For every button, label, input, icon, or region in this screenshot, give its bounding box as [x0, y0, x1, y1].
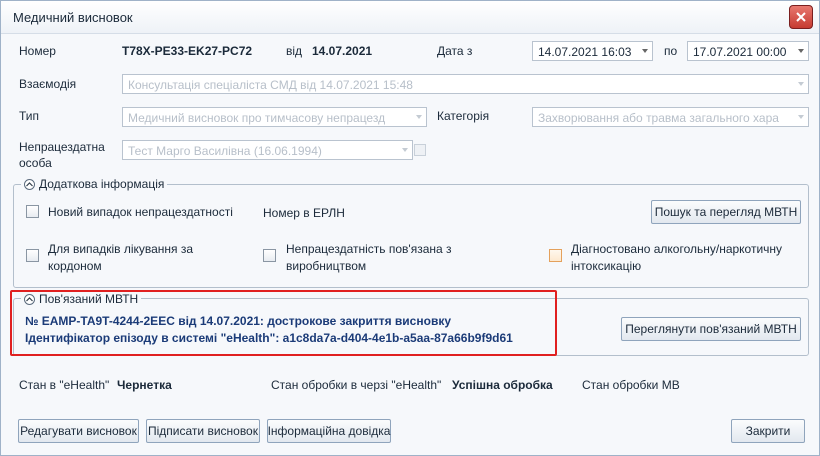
category-select[interactable]: Захворювання або травма загального хара	[532, 107, 809, 127]
edit-conclusion-button[interactable]: Редагувати висновок	[18, 419, 139, 443]
interaction-select[interactable]: Консультація спеціаліста СМД від 14.07.2…	[122, 74, 809, 94]
highlight-frame	[10, 290, 557, 356]
chevron-down-icon	[798, 115, 804, 119]
close-button[interactable]: Закрити	[731, 419, 805, 443]
dialog-window: Медичний висновок Номер T78X-PE33-EK27-P…	[0, 0, 820, 456]
number-value: T78X-PE33-EK27-PC72	[122, 44, 253, 58]
additional-info-header[interactable]: Додаткова інформація	[21, 177, 168, 191]
type-label: Тип	[19, 109, 40, 123]
person-label-line1: Непрацездатна	[19, 140, 105, 154]
erln-label: Номер в ЕРЛН	[263, 206, 345, 220]
queue-status-label: Стан обробки в черзі "eHealth"	[271, 378, 442, 392]
chevron-down-icon	[798, 49, 804, 53]
category-label: Категорія	[437, 109, 490, 123]
interaction-value: Консультація спеціаліста СМД від 14.07.2…	[128, 78, 413, 92]
date-to-label: по	[664, 44, 678, 58]
window-title: Медичний висновок	[13, 10, 133, 25]
new-case-checkbox[interactable]	[26, 205, 39, 218]
person-select[interactable]: Тест Марго Василівна (16.06.1994)	[122, 140, 413, 160]
sign-conclusion-button[interactable]: Підписати висновок	[146, 419, 260, 443]
number-label: Номер	[19, 44, 56, 58]
chevron-up-icon[interactable]	[24, 178, 35, 190]
title-bar: Медичний висновок	[1, 1, 819, 34]
ehealth-status-value: Чернетка	[117, 378, 172, 392]
type-value: Медичний висновок про тимчасову непрацез…	[128, 111, 386, 125]
person-lookup-button[interactable]	[414, 144, 426, 156]
ehealth-status-label: Стан в "eHealth"	[19, 378, 110, 392]
queue-status-value: Успішна обробка	[452, 378, 553, 392]
date-from-value: 14.07.2021 16:03	[538, 45, 632, 59]
mv-status-label: Стан обробки МВ	[582, 378, 680, 392]
close-icon	[796, 12, 806, 22]
person-value: Тест Марго Василівна (16.06.1994)	[128, 144, 322, 158]
chevron-down-icon	[642, 49, 648, 53]
alcohol-label-line1: Діагностовано алкогольну/наркотичну	[571, 242, 783, 256]
chevron-down-icon	[798, 82, 804, 86]
search-mvtn-button[interactable]: Пошук та перегляд МВТН	[651, 200, 801, 224]
additional-info-title: Додаткова інформація	[39, 177, 165, 191]
production-label-line2: виробництвом	[286, 259, 367, 273]
alcohol-label-line2: інтоксикацію	[571, 259, 642, 273]
type-select[interactable]: Медичний висновок про тимчасову непрацез…	[122, 107, 427, 127]
abroad-checkbox[interactable]	[26, 249, 39, 262]
view-related-mvtn-button[interactable]: Переглянути пов'язаний МВТН	[621, 317, 801, 341]
date-from-label: Дата з	[437, 44, 473, 58]
category-value: Захворювання або травма загального хара	[538, 111, 779, 125]
alcohol-checkbox[interactable]	[549, 249, 562, 262]
abroad-label-line2: кордоном	[48, 259, 102, 273]
production-checkbox[interactable]	[263, 249, 276, 262]
chevron-down-icon	[416, 115, 422, 119]
interaction-label: Взаємодія	[19, 77, 77, 91]
date-to-picker[interactable]: 17.07.2021 00:00	[687, 41, 809, 61]
from-label: від	[286, 44, 303, 58]
from-date: 14.07.2021	[312, 44, 373, 58]
info-certificate-button[interactable]: Інформаційна довідка	[267, 419, 391, 443]
close-window-button[interactable]	[789, 5, 813, 29]
abroad-label-line1: Для випадків лікування за	[48, 242, 194, 256]
production-label-line1: Непрацездатність пов'язана з	[286, 242, 452, 256]
date-from-picker[interactable]: 14.07.2021 16:03	[532, 41, 653, 61]
chevron-down-icon	[402, 148, 408, 152]
new-case-label: Новий випадок непрацездатності	[48, 205, 233, 219]
person-label-line2: особа	[19, 156, 52, 170]
date-to-value: 17.07.2021 00:00	[693, 45, 787, 59]
